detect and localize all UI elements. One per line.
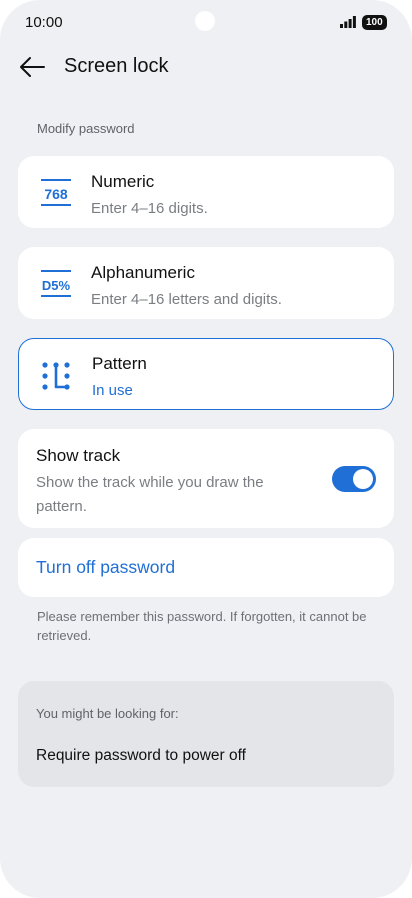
back-arrow-icon[interactable] (18, 54, 46, 80)
suggestions-card: You might be looking for: Require passwo… (18, 681, 394, 787)
option-alphanumeric[interactable]: D5% Alphanumeric Enter 4–16 letters and … (18, 247, 394, 319)
option-subtitle: In use (92, 382, 133, 399)
battery-icon: 100 (362, 15, 387, 30)
pattern-icon (42, 362, 70, 390)
show-track-description: Show the track while you draw the patter… (36, 474, 264, 515)
show-track-card: Show track Show the track while you draw… (18, 429, 394, 528)
option-subtitle: Enter 4–16 letters and digits. (91, 291, 282, 308)
phone-screen: 10:00 100 Screen lock Modify password 76… (0, 0, 412, 898)
alphanumeric-icon: D5% (41, 270, 71, 297)
status-bar: 10:00 100 (0, 0, 412, 46)
option-numeric[interactable]: 768 Numeric Enter 4–16 digits. (18, 156, 394, 228)
password-warning-text: Please remember this password. If forgot… (37, 609, 367, 643)
turn-off-password-button[interactable]: Turn off password (18, 538, 394, 597)
camera-cutout (195, 11, 215, 31)
option-pattern[interactable]: Pattern In use (18, 338, 394, 410)
option-title: Alphanumeric (91, 263, 195, 282)
alphanumeric-icon-text: D5% (42, 278, 71, 293)
turn-off-password-label: Turn off password (36, 557, 176, 577)
toggle-knob (353, 469, 373, 489)
numeric-icon-text: 768 (44, 186, 68, 202)
show-track-toggle[interactable] (332, 466, 376, 492)
signal-icon (340, 16, 356, 28)
section-label: Modify password (37, 121, 135, 136)
suggestions-heading: You might be looking for: (36, 706, 179, 721)
status-time: 10:00 (25, 14, 63, 31)
page-title: Screen lock (64, 55, 169, 77)
option-subtitle: Enter 4–16 digits. (91, 200, 208, 217)
show-track-title: Show track (36, 446, 121, 465)
numeric-icon: 768 (41, 179, 71, 206)
suggestion-item-power-off[interactable]: Require password to power off (36, 747, 246, 765)
option-title: Numeric (91, 172, 155, 191)
option-title: Pattern (92, 354, 147, 373)
